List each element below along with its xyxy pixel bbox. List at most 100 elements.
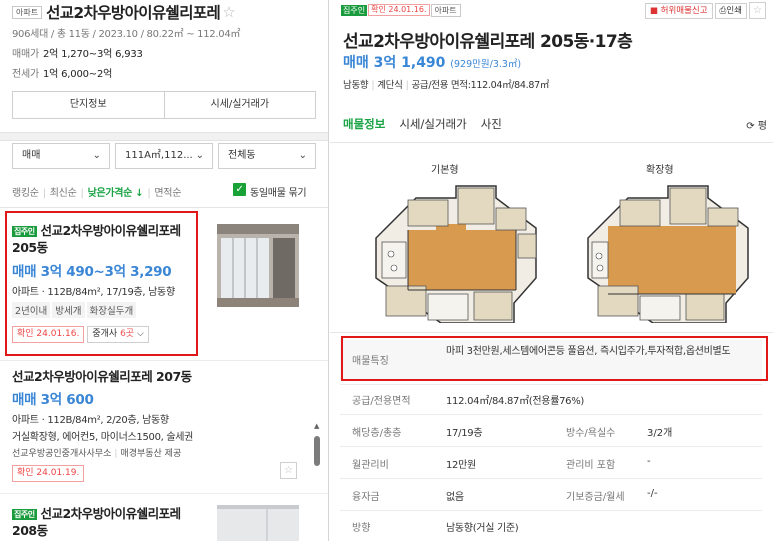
detail-tabs: 매물정보 시세/실거래가 사진 bbox=[343, 116, 516, 132]
fee-included-value: - bbox=[647, 456, 651, 467]
detail-price: 매매 3억 1,490 (929만원/3.3㎡) bbox=[343, 52, 521, 72]
divider bbox=[0, 360, 328, 361]
divider bbox=[340, 510, 762, 511]
favorite-star-icon[interactable]: ☆ bbox=[222, 3, 235, 21]
provider-name: 매경부동산 제공 bbox=[120, 449, 182, 459]
detail-title: 선교2차우방아이유쉘리포레 205동·17층 bbox=[343, 32, 633, 52]
area-select[interactable]: 111A㎡,112... ⌄ bbox=[115, 143, 213, 169]
divider bbox=[0, 493, 328, 494]
deposit-value: -/- bbox=[647, 488, 658, 499]
loan-label: 융자금 bbox=[352, 492, 380, 503]
tab-listing-info[interactable]: 매물정보 bbox=[343, 116, 385, 132]
direction: 남동향 bbox=[343, 80, 369, 91]
property-type-tag: 아파트 bbox=[12, 5, 43, 19]
owner-tag: 집주인 bbox=[341, 4, 368, 16]
listing-description: 거실확장형, 에어컨5, 마이너스1500, 술세권 bbox=[12, 432, 194, 443]
plan-extended-label: 확장형 bbox=[646, 165, 674, 176]
sort-options: 랭킹순 | 최신순 | 낮은가격순 ↓ | 면적순 ✓ 동일매물 묶기 bbox=[12, 183, 307, 199]
complex-title: 선교2차우방아이유쉘리포레 bbox=[46, 4, 221, 22]
chevron-down-icon: ⌄ bbox=[92, 150, 101, 161]
listing-photo[interactable] bbox=[217, 224, 299, 307]
favorite-star-icon[interactable]: ☆ bbox=[749, 2, 766, 19]
floor-plan-basic[interactable] bbox=[346, 178, 546, 323]
floor-label: 해당층/총층 bbox=[352, 428, 402, 439]
tab-divider bbox=[330, 142, 773, 143]
deposit-label: 기보증금/월세 bbox=[566, 492, 625, 503]
sale-price-range: 매매가 2억 1,270~3억 6,933 bbox=[12, 45, 143, 60]
market-price-button[interactable]: 시세/실거래가 bbox=[163, 92, 316, 118]
report-label: 허위매물신고 bbox=[660, 5, 708, 16]
complex-buttons: 단지정보 시세/실거래가 bbox=[12, 91, 316, 119]
trade-type-value: 매매 bbox=[22, 150, 41, 161]
print-button[interactable]: ⎙인쇄 bbox=[714, 2, 747, 19]
fee-included-label: 관리비 포함 bbox=[566, 460, 616, 471]
sort-low-price[interactable]: 낮은가격순 ↓ bbox=[88, 188, 144, 199]
fee-value: 12만원 bbox=[446, 460, 476, 471]
direction-row: 방향 남동향(거실 기준) bbox=[340, 519, 762, 539]
jeonse-price-label: 전세가 bbox=[12, 69, 39, 80]
rooms-label: 방수/욕실수 bbox=[566, 428, 616, 439]
favorite-star-icon[interactable]: ☆ bbox=[280, 462, 297, 479]
checkbox-checked-icon[interactable]: ✓ bbox=[233, 183, 246, 196]
listing-panel: 아파트 선교2차우방아이유쉘리포레 ☆ 906세대 / 총 11동 / 2023.1… bbox=[0, 0, 329, 541]
jeonse-price-value: 1억 6,000~2억 bbox=[43, 69, 113, 80]
area-toggle[interactable]: ⟳ 평 bbox=[746, 117, 767, 132]
floor-value: 17/19층 bbox=[446, 428, 483, 439]
sort-recent[interactable]: 최신순 bbox=[50, 188, 77, 199]
divider bbox=[330, 332, 773, 333]
divider bbox=[340, 478, 762, 479]
owner-tag: 집주인 bbox=[12, 509, 37, 520]
listing-info: 아파트 · 112B/84m², 2/20층, 남동향 bbox=[12, 415, 169, 426]
siren-icon: ■ bbox=[649, 5, 658, 16]
direction-label: 방향 bbox=[352, 523, 371, 534]
fee-label: 월관리비 bbox=[352, 460, 389, 471]
refresh-icon: ⟳ bbox=[746, 121, 755, 132]
complex-info-button[interactable]: 단지정보 bbox=[13, 92, 164, 118]
verified-date: 확인 24.01.19. bbox=[12, 465, 85, 482]
complex-header: 아파트 선교2차우방아이유쉘리포레 ☆ 906세대 / 총 11동 / 2023.1… bbox=[0, 0, 328, 132]
divider bbox=[340, 384, 762, 385]
same-listing-label[interactable]: 동일매물 묶기 bbox=[250, 184, 307, 199]
rooms-value: 3/2개 bbox=[647, 428, 673, 439]
area-row: 공급/전용면적 112.04㎡/84.87㎡(전용률76%) bbox=[340, 392, 762, 412]
sort-ranking[interactable]: 랭킹순 bbox=[12, 188, 39, 199]
plan-basic-label: 기본형 bbox=[431, 165, 459, 176]
listing-photo[interactable] bbox=[217, 505, 299, 541]
detail-tags: 집주인 확인 24.01.16. 아파트 bbox=[341, 3, 461, 17]
listing-price: 매매 3억 600 bbox=[12, 392, 94, 408]
tab-market-price[interactable]: 시세/실거래가 bbox=[399, 116, 466, 132]
floor-plan-extended[interactable] bbox=[558, 178, 758, 323]
chevron-down-icon: ⌄ bbox=[195, 150, 204, 161]
sale-price-value: 2억 1,270~3억 6,933 bbox=[43, 49, 143, 60]
trade-type-select[interactable]: 매매 ⌄ bbox=[12, 143, 110, 169]
highlight-box bbox=[5, 211, 198, 356]
loan-value: 없음 bbox=[446, 492, 464, 503]
structure: 계단식 bbox=[377, 80, 403, 91]
jeonse-price-range: 전세가 1억 6,000~2억 bbox=[12, 65, 112, 80]
listing-meta: 확인 24.01.19. bbox=[12, 465, 317, 482]
chevron-down-icon: ⌄ bbox=[298, 150, 307, 161]
dong-select[interactable]: 전체동 ⌄ bbox=[218, 143, 316, 169]
complex-title-row: 아파트 선교2차우방아이유쉘리포레 ☆ bbox=[12, 1, 236, 23]
complex-info: 906세대 / 총 11동 / 2023.10 / 80.22㎡ ~ 112.0… bbox=[12, 29, 241, 40]
filter-bar: 매매 ⌄ 111A㎡,112... ⌄ 전체동 ⌄ bbox=[12, 143, 317, 169]
direction-value: 남동향(거실 기준) bbox=[446, 523, 519, 534]
detail-panel: 집주인 확인 24.01.16. 아파트 ■ 허위매물신고 ⎙인쇄 ☆ 선교2차우방아이… bbox=[330, 0, 773, 541]
price-per-unit: (929만원/3.3㎡) bbox=[450, 59, 522, 70]
listing-title-text: 선교2차우방아이유쉘리포레 207동 bbox=[12, 369, 192, 384]
print-label: 인쇄 bbox=[726, 5, 742, 16]
dong-value: 전체동 bbox=[228, 150, 256, 161]
tab-photos[interactable]: 사진 bbox=[481, 116, 502, 132]
area-toggle-label: 평 bbox=[757, 121, 767, 132]
listing-agency: 선교우방공인중개사사무소 | 매경부동산 제공 bbox=[12, 449, 182, 459]
highlight-box bbox=[341, 336, 768, 381]
sale-price-label: 매매가 bbox=[12, 49, 39, 60]
divider bbox=[340, 446, 762, 447]
floor-row: 해당층/총층 17/19층 방수/욕실수 3/2개 bbox=[340, 424, 762, 444]
agency-name: 선교우방공인중개사사무소 bbox=[12, 449, 112, 459]
area-value: 111A㎡,112... bbox=[125, 150, 193, 161]
sort-area[interactable]: 면적순 bbox=[154, 188, 181, 199]
listing-title-text: 선교2차우방아이유쉘리포레 208동 bbox=[12, 506, 181, 538]
report-button[interactable]: ■ 허위매물신고 bbox=[644, 2, 713, 19]
loan-row: 융자금 없음 기보증금/월세 -/- bbox=[340, 488, 762, 508]
